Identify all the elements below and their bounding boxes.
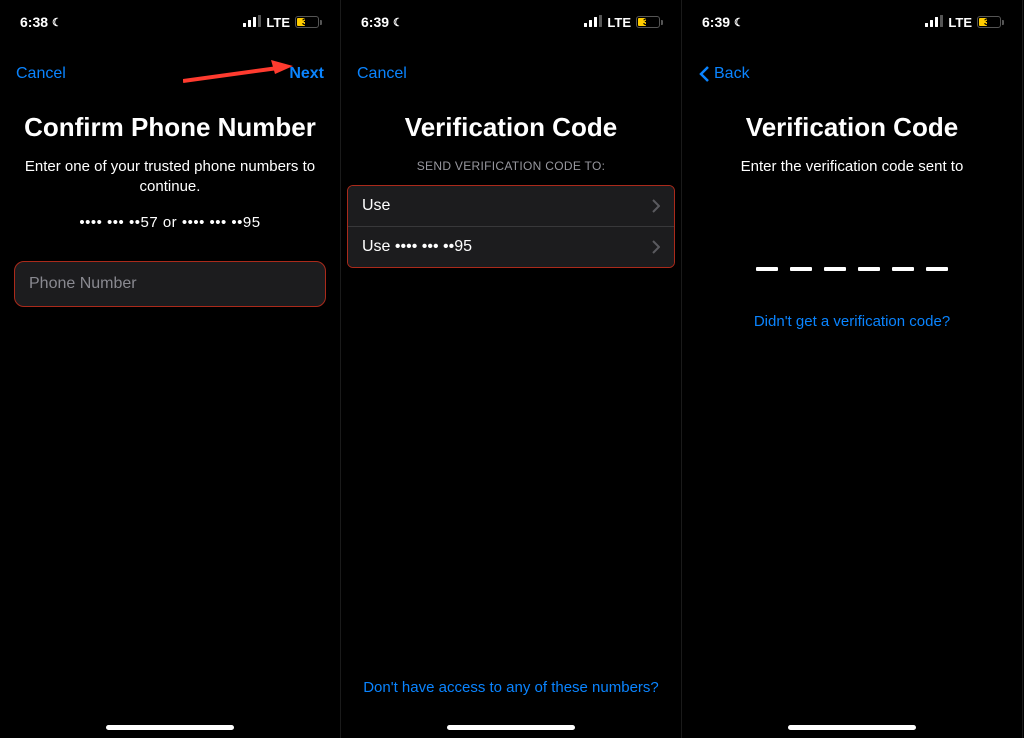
status-left: 6:39 ☾ [702,14,744,30]
signal-icon [243,14,261,30]
cancel-button[interactable]: Cancel [357,65,407,83]
battery-icon: 38 [977,16,1004,28]
home-indicator[interactable] [106,725,234,730]
code-digit-3 [824,267,846,271]
status-time: 6:39 [361,14,389,30]
page-subtitle: Enter the verification code sent to [682,157,1022,177]
resend-code-link[interactable]: Didn't get a verification code? [682,313,1022,330]
battery-percent: 38 [302,17,312,27]
do-not-disturb-icon: ☾ [52,16,62,29]
status-left: 6:39 ☾ [361,14,403,30]
page-title: Confirm Phone Number [0,112,340,143]
do-not-disturb-icon: ☾ [734,16,744,29]
status-left: 6:38 ☾ [20,14,62,30]
back-label: Back [714,65,750,83]
screen-enter-code: 6:39 ☾ LTE 38 Back Verification Code Ent… [682,0,1023,738]
next-button[interactable]: Next [289,65,324,83]
nav-bar: Back [682,52,1022,96]
list-item-label: Use •••• ••• ••95 [362,238,472,256]
network-type: LTE [607,15,631,30]
back-button[interactable]: Back [698,65,750,83]
home-indicator[interactable] [788,725,916,730]
code-digit-2 [790,267,812,271]
status-bar: 6:39 ☾ LTE 38 [341,0,681,44]
chevron-right-icon [652,199,660,213]
status-right: LTE 38 [925,14,1004,30]
arrow-annotation-icon [183,58,293,91]
page-title: Verification Code [341,112,681,143]
screen-confirm-phone: 6:38 ☾ LTE 38 Cancel Next Confirm Ph [0,0,341,738]
battery-percent: 38 [643,17,653,27]
code-digit-1 [756,267,778,271]
home-indicator[interactable] [447,725,575,730]
signal-icon [584,14,602,30]
status-right: LTE 38 [584,14,663,30]
do-not-disturb-icon: ☾ [393,16,403,29]
status-right: LTE 38 [243,14,322,30]
masked-numbers: •••• ••• ••57 or •••• ••• ••95 [0,214,340,231]
screen-send-code: 6:39 ☾ LTE 38 Cancel Verification Code S… [341,0,682,738]
verification-code-input[interactable] [682,267,1022,271]
status-bar: 6:39 ☾ LTE 38 [682,0,1022,44]
send-option-2[interactable]: Use •••• ••• ••95 [348,227,674,267]
network-type: LTE [266,15,290,30]
send-option-1[interactable]: Use [348,186,674,227]
code-digit-4 [858,267,880,271]
battery-percent: 38 [984,17,994,27]
status-time: 6:38 [20,14,48,30]
code-digit-6 [926,267,948,271]
signal-icon [925,14,943,30]
chevron-left-icon [698,65,710,83]
nav-bar: Cancel [341,52,681,96]
status-bar: 6:38 ☾ LTE 38 [0,0,340,44]
section-header: SEND VERIFICATION CODE TO: [341,159,681,173]
send-to-list: Use Use •••• ••• ••95 [347,185,675,268]
battery-icon: 38 [295,16,322,28]
code-digit-5 [892,267,914,271]
cancel-button[interactable]: Cancel [16,65,66,83]
page-title: Verification Code [682,112,1022,143]
page-subtitle: Enter one of your trusted phone numbers … [0,157,340,198]
battery-icon: 38 [636,16,663,28]
no-access-link[interactable]: Don't have access to any of these number… [341,679,681,696]
list-item-label: Use [362,197,390,215]
phone-number-input[interactable]: Phone Number [14,261,326,307]
status-time: 6:39 [702,14,730,30]
network-type: LTE [948,15,972,30]
chevron-right-icon [652,240,660,254]
